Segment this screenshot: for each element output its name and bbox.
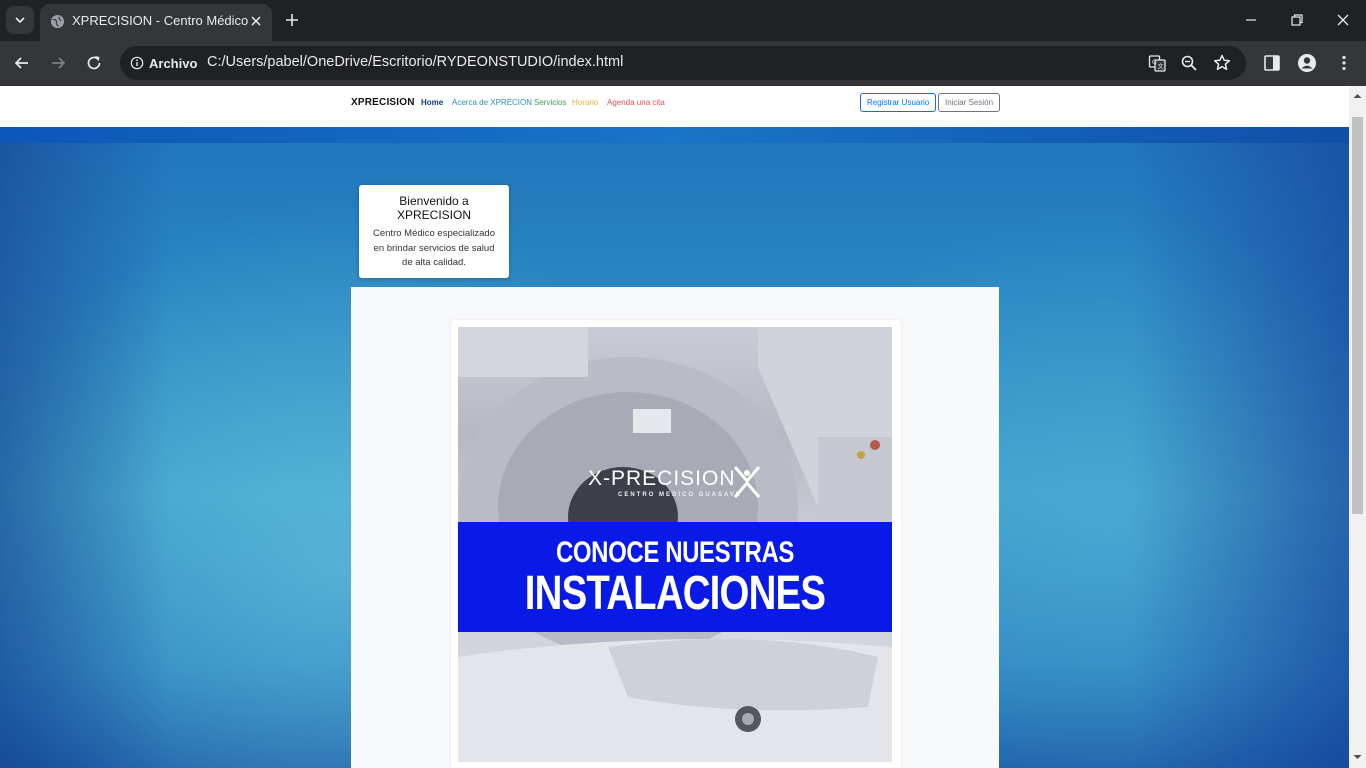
content-panel: X-PRECISION CENTRO MEDICO GUASAVE CONOCE… [351,287,999,768]
nav-link-home[interactable]: Home [421,98,443,107]
url-text[interactable]: C:/Users/pabel/OneDrive/Escritorio/RYDEO… [207,54,623,70]
chevron-down-icon [15,17,25,24]
zoom-icon[interactable] [1179,53,1199,73]
tab-search-button[interactable] [6,6,34,34]
tab-strip: XPRECISION - Centro Médico [0,0,1366,41]
back-icon[interactable] [12,53,32,73]
forward-icon[interactable] [48,53,68,73]
promo-heading-line-2: INSTALACIONES [524,567,826,620]
site-info-chip[interactable]: Archivo [126,51,203,75]
welcome-card: Bienvenido a XPRECISION Centro Médico es… [359,185,509,278]
nav-link-schedule[interactable]: Horario [572,98,598,107]
menu-kebab-icon[interactable] [1334,53,1354,73]
scroll-up-arrow-icon[interactable] [1349,89,1366,103]
page-viewport: XPRECISION Home Acerca de XPRECION Servi… [0,86,1349,768]
browser-toolbar: Archivo C:/Users/pabel/OneDrive/Escritor… [0,41,1366,86]
header-band [0,127,1349,143]
scroll-down-arrow-icon[interactable] [1349,750,1366,764]
address-bar[interactable]: Archivo C:/Users/pabel/OneDrive/Escritor… [120,46,1246,80]
restore-icon[interactable] [1287,10,1307,30]
background-shade-left [0,86,170,768]
facilities-promo-image: X-PRECISION CENTRO MEDICO GUASAVE CONOCE… [458,327,892,762]
scrollbar-thumb[interactable] [1352,117,1363,514]
close-window-icon[interactable] [1333,10,1353,30]
welcome-title: Bienvenido a XPRECISION [396,194,471,222]
svg-text:G: G [1152,59,1157,66]
tab-title: XPRECISION - Centro Médico [72,13,249,28]
globe-icon [50,14,65,29]
svg-text:文: 文 [1158,63,1164,71]
login-button[interactable]: Iniciar Sesión [938,93,1001,112]
close-icon[interactable] [248,13,264,29]
xprecision-logo: X-PRECISION CENTRO MEDICO GUASAVE [588,465,763,505]
logo-emblem-icon [733,466,761,498]
welcome-text: Centro Médico especializado en brindar s… [373,228,495,268]
info-icon [130,56,144,70]
new-tab-icon[interactable] [282,10,302,30]
image-card: X-PRECISION CENTRO MEDICO GUASAVE CONOCE… [451,320,901,768]
nav-link-services[interactable]: Servicios [534,98,566,107]
promo-heading-line-1: CONOCE NUESTRAS [555,536,795,569]
side-panel-icon[interactable] [1262,53,1282,73]
minimize-icon[interactable] [1241,10,1261,30]
site-navbar: XPRECISION Home Acerca de XPRECION Servi… [0,86,1349,127]
background-shade-right [1129,86,1349,768]
logo-text: X-PRECISION [588,467,736,490]
page-scrollbar[interactable] [1349,86,1366,768]
reload-icon[interactable] [84,53,104,73]
nav-link-appointment[interactable]: Agenda una cita [607,98,665,107]
site-chip-label: Archivo [149,55,198,71]
translate-icon[interactable]: G文 [1147,53,1167,73]
register-button[interactable]: Registrar Usuario [860,93,937,112]
bookmark-star-icon[interactable] [1212,53,1232,73]
nav-link-about[interactable]: Acerca de XPRECION [452,98,532,107]
logo-subtext: CENTRO MEDICO GUASAVE [618,492,742,498]
active-tab[interactable]: XPRECISION - Centro Médico [40,4,272,41]
profile-icon[interactable] [1297,53,1317,73]
site-brand[interactable]: XPRECISION [351,97,415,108]
promo-band: CONOCE NUESTRAS INSTALACIONES [458,522,892,632]
